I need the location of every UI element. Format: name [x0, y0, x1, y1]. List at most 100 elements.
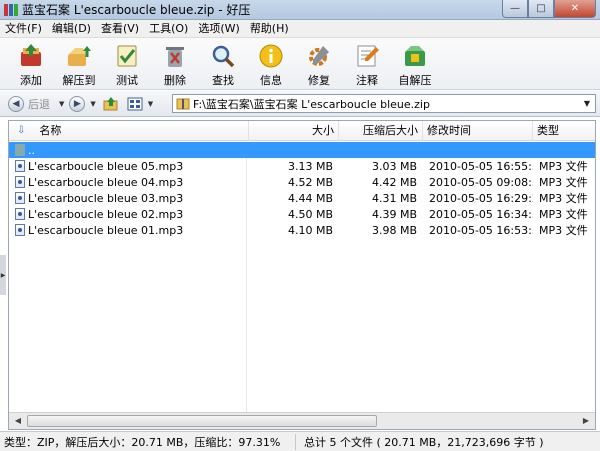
repair-button[interactable]: 修复 [296, 38, 342, 88]
title-bar: 蓝宝石案 L'escarboucle bleue.zip - 好压 — □ ✕ [0, 0, 600, 20]
file-type: MP3 文件 [539, 176, 588, 189]
parent-folder-icon [15, 144, 25, 156]
repair-label: 修复 [308, 74, 330, 87]
sfx-icon [405, 46, 425, 66]
file-compressed-size: 4.39 MB [371, 207, 417, 221]
status-bar: 类型：ZIP，解压后大小：20.71 MB，压缩比：97.31% 总计 5 个文… [0, 431, 600, 451]
window-controls: — □ ✕ [502, 0, 596, 18]
sfx-button[interactable]: 自解压 [392, 38, 438, 88]
info-icon [259, 44, 283, 68]
delete-label: 删除 [164, 74, 186, 87]
delete-icon [166, 47, 184, 67]
menu-edit[interactable]: 编辑(D) [47, 20, 96, 38]
file-size: 4.52 MB [287, 175, 333, 189]
column-type[interactable]: 类型 [533, 121, 595, 141]
table-row[interactable]: L'escarboucle bleue 02.mp3 4.50 MB 4.39 … [9, 206, 595, 222]
window-title: 蓝宝石案 L'escarboucle bleue.zip - 好压 [22, 3, 251, 17]
menu-file[interactable]: 文件(F) [0, 20, 47, 38]
test-label: 测试 [116, 74, 138, 87]
address-field[interactable]: F:\蓝宝石案\蓝宝石案 L'escarboucle bleue.zip ▼ [172, 94, 596, 113]
table-row[interactable]: L'escarboucle bleue 04.mp3 4.52 MB 4.42 … [9, 174, 595, 190]
file-name: L'escarboucle bleue 03.mp3 [28, 191, 184, 205]
file-modified: 2010-05-05 16:55:57 [429, 159, 533, 173]
arrow-left-icon: ◀ [12, 98, 20, 109]
column-size[interactable]: 大小 [249, 121, 339, 141]
column-name[interactable]: ⇩ 名称 [9, 121, 249, 141]
file-type: MP3 文件 [539, 208, 588, 221]
comment-label: 注释 [356, 74, 378, 87]
list-rows: .. L'escarboucle bleue 05.mp3 3.13 MB 3.… [9, 142, 595, 238]
arrow-right-icon: ▶ [0, 271, 6, 279]
file-name: L'escarboucle bleue 01.mp3 [28, 223, 184, 237]
archive-info: 类型：ZIP，解压后大小：20.71 MB，压缩比：97.31% [0, 433, 296, 450]
file-size: 3.13 MB [287, 159, 333, 173]
up-folder-icon[interactable] [103, 96, 119, 112]
info-label: 信息 [260, 74, 282, 87]
file-compressed-size: 3.03 MB [371, 159, 417, 173]
extract-to-button[interactable]: 解压到 [56, 38, 102, 88]
scroll-left-icon[interactable]: ◀ [11, 415, 25, 427]
file-modified: 2010-05-05 09:08:54 [429, 175, 533, 189]
menu-view[interactable]: 查看(V) [96, 20, 144, 38]
toolbar: 添加 解压到 测试 删除 查找 信息 修复 注释 自解压 [0, 38, 600, 90]
comment-button[interactable]: 注释 [344, 38, 390, 88]
address-toolbar: ◀ 后退 ▼ ▶ ▼ ▼ F:\蓝宝石案\蓝宝石案 L'escarboucle … [0, 91, 600, 117]
view-mode-icon[interactable] [127, 96, 143, 112]
horizontal-scrollbar[interactable]: ◀ ▶ [9, 412, 595, 429]
delete-button[interactable]: 删除 [152, 38, 198, 88]
close-button[interactable]: ✕ [554, 0, 596, 18]
forward-button[interactable]: ▶ [69, 95, 86, 112]
menu-options[interactable]: 选项(W) [193, 20, 244, 38]
file-size: 4.44 MB [287, 191, 333, 205]
mp3-file-icon [15, 224, 25, 236]
file-size: 4.10 MB [287, 223, 333, 237]
find-label: 查找 [212, 74, 234, 87]
address-dropdown[interactable]: ▼ [579, 99, 595, 108]
mp3-file-icon [15, 192, 25, 204]
table-row[interactable]: L'escarboucle bleue 05.mp3 3.13 MB 3.03 … [9, 158, 595, 174]
find-button[interactable]: 查找 [200, 38, 246, 88]
menu-tools[interactable]: 工具(O) [144, 20, 193, 38]
parent-dir-row[interactable]: .. [9, 142, 595, 158]
address-path: F:\蓝宝石案\蓝宝石案 L'escarboucle bleue.zip [193, 97, 430, 111]
sidebar-toggle-handle[interactable]: ▶ [0, 255, 6, 295]
sfx-label: 自解压 [398, 74, 432, 87]
table-row[interactable]: L'escarboucle bleue 01.mp3 4.10 MB 3.98 … [9, 222, 595, 238]
test-icon [117, 45, 137, 67]
total-files-info: 总计 5 个文件 ( 20.71 MB，21,723,696 字节 ) [304, 435, 544, 449]
file-modified: 2010-05-05 16:29:25 [429, 191, 533, 205]
file-size: 4.50 MB [287, 207, 333, 221]
minimize-button[interactable]: — [502, 0, 528, 18]
column-modified[interactable]: 修改时间 [423, 121, 533, 141]
back-button[interactable]: ◀ [8, 95, 24, 112]
app-logo-icon [4, 3, 18, 17]
view-mode-dropdown[interactable]: ▼ [148, 100, 153, 108]
minimize-icon: — [510, 3, 520, 14]
file-name: L'escarboucle bleue 04.mp3 [28, 175, 184, 189]
file-modified: 2010-05-05 16:34:36 [429, 207, 533, 221]
mp3-file-icon [15, 176, 25, 188]
maximize-button[interactable]: □ [528, 0, 554, 18]
back-history-dropdown[interactable]: ▼ [59, 100, 64, 108]
info-button[interactable]: 信息 [248, 38, 294, 88]
add-button[interactable]: 添加 [8, 38, 54, 88]
file-modified: 2010-05-05 16:53:33 [429, 223, 533, 237]
menu-help[interactable]: 帮助(H) [245, 20, 294, 38]
test-button[interactable]: 测试 [104, 38, 150, 88]
find-icon [212, 45, 235, 68]
scrollbar-thumb[interactable] [27, 415, 377, 427]
column-name-label: 名称 [39, 123, 62, 137]
table-row[interactable]: L'escarboucle bleue 03.mp3 4.44 MB 4.31 … [9, 190, 595, 206]
list-header: ⇩ 名称 大小 压缩后大小 修改时间 类型 [9, 121, 595, 141]
file-name: L'escarboucle bleue 02.mp3 [28, 207, 184, 221]
file-compressed-size: 4.31 MB [371, 191, 417, 205]
file-name: L'escarboucle bleue 05.mp3 [28, 159, 184, 173]
extract-to-icon [68, 46, 91, 66]
maximize-icon: □ [536, 3, 546, 14]
parent-dir-label: .. [28, 143, 35, 157]
forward-history-dropdown[interactable]: ▼ [90, 100, 95, 108]
repair-icon [309, 46, 329, 66]
file-list[interactable]: ⇩ 名称 大小 压缩后大小 修改时间 类型 .. L'escarboucle b… [8, 120, 596, 430]
column-compressed[interactable]: 压缩后大小 [339, 121, 423, 141]
scroll-right-icon[interactable]: ▶ [579, 415, 593, 427]
